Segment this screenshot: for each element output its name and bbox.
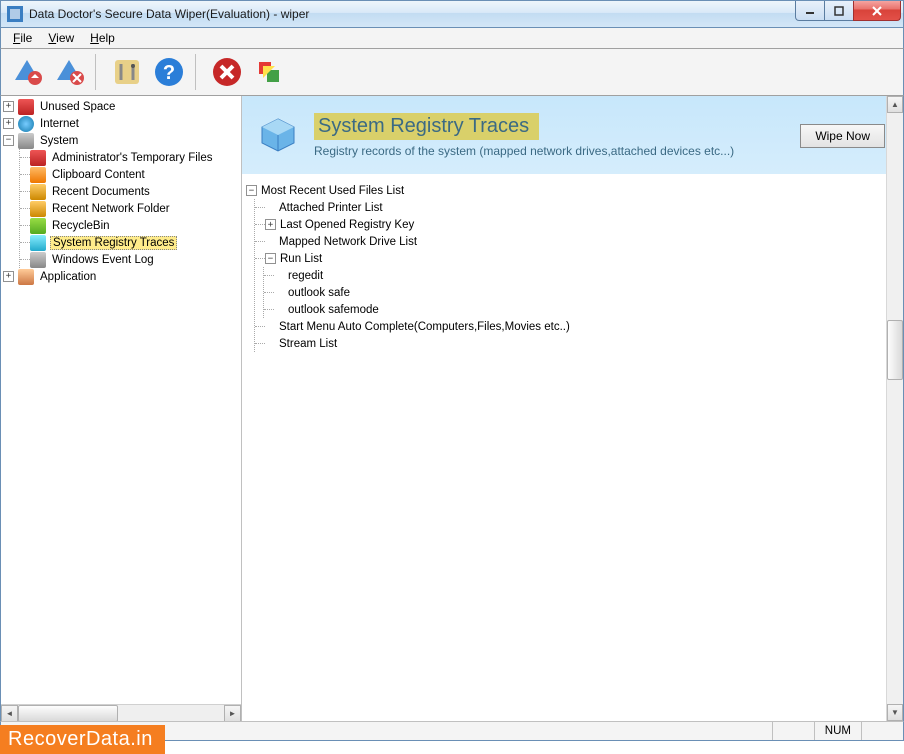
window-controls	[796, 1, 901, 21]
tree-item-internet[interactable]: +Internet	[3, 115, 241, 132]
toolbar-btn-settings[interactable]	[107, 52, 147, 92]
tree-item-system[interactable]: −System	[3, 132, 241, 149]
content-area: +Unused Space +Internet −System Administ…	[0, 96, 904, 721]
right-pane: System Registry Traces Registry records …	[242, 96, 903, 721]
tree-item-application[interactable]: +Application	[3, 268, 241, 285]
status-num: NUM	[814, 722, 861, 740]
menu-help[interactable]: Help	[82, 29, 123, 47]
expand-icon[interactable]: +	[265, 219, 276, 230]
content-header: System Registry Traces Registry records …	[242, 96, 903, 174]
wipe-now-button[interactable]: Wipe Now	[800, 124, 885, 148]
scroll-up-button[interactable]: ▲	[887, 96, 903, 113]
toolbar-btn-1[interactable]	[7, 52, 47, 92]
expand-icon[interactable]: +	[3, 118, 14, 129]
folder-icon	[30, 201, 46, 217]
scroll-thumb[interactable]	[887, 320, 903, 380]
scroll-down-button[interactable]: ▼	[887, 704, 903, 721]
dt-stream[interactable]: Stream List	[255, 335, 899, 352]
toolbar-separator	[95, 54, 101, 90]
dt-run-list[interactable]: −Run List	[255, 250, 899, 267]
scroll-thumb[interactable]	[18, 705, 118, 722]
menubar: File View Help	[0, 28, 904, 48]
toolbar-btn-refresh[interactable]	[249, 52, 289, 92]
close-button[interactable]	[853, 1, 901, 21]
horizontal-scrollbar[interactable]: ◄ ►	[1, 704, 241, 721]
globe-icon	[18, 116, 34, 132]
dt-regedit[interactable]: regedit	[264, 267, 899, 284]
menu-view[interactable]: View	[40, 29, 82, 47]
app-icon	[18, 269, 34, 285]
toolbar-separator	[195, 54, 201, 90]
dt-start-menu[interactable]: Start Menu Auto Complete(Computers,Files…	[255, 318, 899, 335]
maximize-button[interactable]	[824, 1, 854, 21]
scroll-left-button[interactable]: ◄	[1, 705, 18, 722]
expand-icon[interactable]: +	[3, 271, 14, 282]
menu-file[interactable]: File	[5, 29, 40, 47]
scroll-right-button[interactable]: ►	[224, 705, 241, 722]
status-cell	[861, 722, 903, 740]
dt-outlook-safe[interactable]: outlook safe	[264, 284, 899, 301]
svg-text:?: ?	[163, 62, 175, 84]
log-icon	[30, 252, 46, 268]
dt-root[interactable]: −Most Recent Used Files List	[246, 182, 899, 199]
dt-outlook-safemode[interactable]: outlook safemode	[264, 301, 899, 318]
toolbar: ?	[0, 48, 904, 96]
tree-item-recent-net[interactable]: Recent Network Folder	[20, 200, 241, 217]
tree-item-event-log[interactable]: Windows Event Log	[20, 251, 241, 268]
registry-icon	[30, 235, 46, 251]
dt-mapped-drive[interactable]: Mapped Network Drive List	[255, 233, 899, 250]
titlebar: Data Doctor's Secure Data Wiper(Evaluati…	[0, 0, 904, 28]
recycle-icon	[30, 218, 46, 234]
registry-cube-icon	[258, 115, 298, 155]
folder-icon	[30, 184, 46, 200]
collapse-icon[interactable]: −	[246, 185, 257, 196]
tree-item-recent-docs[interactable]: Recent Documents	[20, 183, 241, 200]
watermark: RecoverData.in	[0, 725, 165, 754]
dt-last-reg[interactable]: +Last Opened Registry Key	[255, 216, 899, 233]
page-title: System Registry Traces	[314, 113, 539, 140]
drive-icon	[18, 99, 34, 115]
clipboard-icon	[30, 167, 46, 183]
detail-tree[interactable]: −Most Recent Used Files List Attached Pr…	[242, 174, 903, 360]
page-subtitle: Registry records of the system (mapped n…	[314, 144, 734, 158]
tree-item-registry-traces[interactable]: System Registry Traces	[20, 234, 241, 251]
collapse-icon[interactable]: −	[3, 135, 14, 146]
tree-item-unused-space[interactable]: +Unused Space	[3, 98, 241, 115]
tree-item-recyclebin[interactable]: RecycleBin	[20, 217, 241, 234]
status-cell	[772, 722, 814, 740]
toolbar-btn-2[interactable]	[49, 52, 89, 92]
app-icon	[7, 6, 23, 22]
folder-icon	[30, 150, 46, 166]
left-tree-pane: +Unused Space +Internet −System Administ…	[1, 96, 242, 721]
vertical-scrollbar[interactable]: ▲ ▼	[886, 96, 903, 721]
window-title: Data Doctor's Secure Data Wiper(Evaluati…	[29, 7, 309, 21]
collapse-icon[interactable]: −	[265, 253, 276, 264]
tree-item-admin-temp[interactable]: Administrator's Temporary Files	[20, 149, 241, 166]
minimize-button[interactable]	[795, 1, 825, 21]
toolbar-btn-help[interactable]: ?	[149, 52, 189, 92]
toolbar-btn-stop[interactable]	[207, 52, 247, 92]
dt-printer[interactable]: Attached Printer List	[255, 199, 899, 216]
category-tree[interactable]: +Unused Space +Internet −System Administ…	[1, 96, 241, 285]
system-icon	[18, 133, 34, 149]
expand-icon[interactable]: +	[3, 101, 14, 112]
tree-item-clipboard[interactable]: Clipboard Content	[20, 166, 241, 183]
